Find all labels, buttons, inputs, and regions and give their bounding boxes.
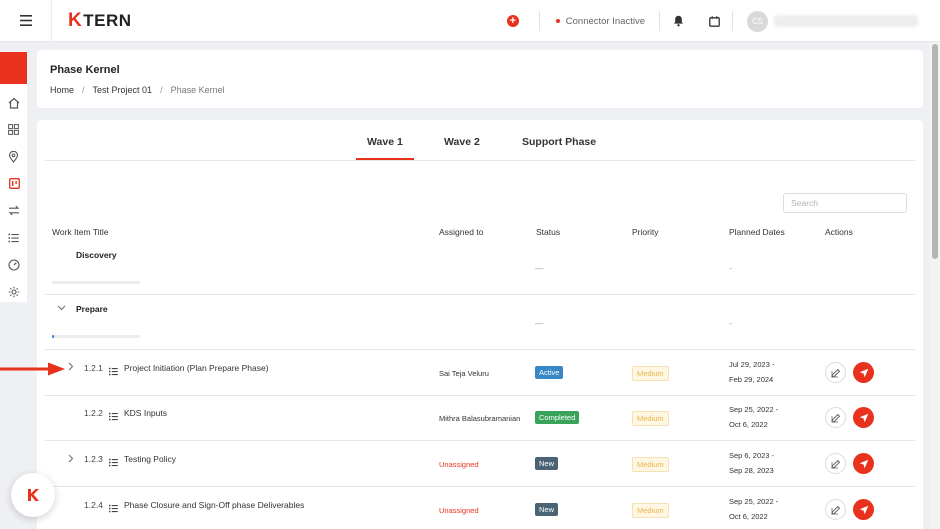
priority-badge: Medium — [632, 411, 669, 426]
row-divider — [45, 349, 915, 350]
work-item-number: 1.2.4 — [84, 500, 103, 510]
planned-dates: Sep 25, 2022 - Oct 6, 2022 — [729, 405, 779, 429]
username-redacted[interactable] — [774, 15, 918, 27]
assignee: Sai Teja Veluru — [439, 369, 489, 378]
top-bar: K TERN + Connector Inactive CS — [0, 0, 940, 42]
avatar[interactable]: CS — [747, 10, 768, 32]
priority-badge: Medium — [632, 457, 669, 472]
page-title: Phase Kernel — [50, 64, 120, 76]
divider — [732, 11, 733, 31]
annotation-arrow-icon — [0, 362, 66, 381]
status-badge: Completed — [535, 411, 580, 424]
chevron-right-icon[interactable] — [68, 362, 74, 374]
transfer-arrows-icon[interactable] — [0, 197, 27, 224]
status-badge: New — [535, 503, 559, 516]
assignee: Unassigned — [439, 460, 479, 469]
work-items-panel: Wave 1 Wave 2 Support Phase Work Item Ti… — [37, 120, 923, 529]
edit-button[interactable] — [825, 453, 846, 474]
tab-wave-1[interactable]: Wave 1 — [356, 136, 414, 160]
phase-progress-bar — [52, 335, 140, 338]
settings-gear-icon[interactable] — [0, 278, 27, 305]
column-header-dates: Planned Dates — [729, 227, 785, 237]
phase-kernel-icon[interactable] — [0, 170, 27, 197]
page-header: Phase Kernel Home / Test Project 01 / Ph… — [37, 50, 923, 108]
location-pin-icon[interactable] — [0, 143, 27, 170]
left-nav-rail — [0, 52, 27, 302]
phase-status-empty: — — [535, 318, 544, 328]
calendar-icon[interactable] — [696, 0, 732, 42]
connector-status: Connector Inactive — [540, 16, 659, 27]
assignee: Mithra Balasubramanian — [439, 414, 521, 423]
breadcrumb-current: Phase Kernel — [170, 85, 225, 95]
scrollbar-thumb[interactable] — [932, 44, 938, 259]
search-input[interactable] — [783, 193, 907, 213]
list-icon[interactable] — [0, 224, 27, 251]
phase-title: Discovery — [76, 250, 117, 260]
breadcrumb-home[interactable]: Home — [50, 85, 74, 95]
planned-dates: Jul 29, 2023 - Feb 29, 2024 — [729, 360, 775, 384]
send-button[interactable] — [853, 499, 874, 520]
work-item-number: 1.2.2 — [84, 408, 103, 418]
phase-title: Prepare — [76, 304, 108, 314]
work-item-title[interactable]: Project Initiation (Plan Prepare Phase) — [124, 363, 269, 373]
task-list-icon — [109, 454, 118, 472]
work-item-number: 1.2.1 — [84, 363, 103, 373]
phase-dates-empty: - — [729, 263, 732, 273]
work-item-number: 1.2.3 — [84, 454, 103, 464]
task-list-icon — [109, 500, 118, 518]
status-badge: Active — [535, 366, 564, 379]
send-button[interactable] — [853, 362, 874, 383]
phase-dates-empty: - — [729, 318, 732, 328]
priority-badge: Medium — [632, 366, 669, 381]
status-dot-icon — [555, 19, 560, 23]
row-divider — [45, 486, 915, 487]
rail-accent — [0, 52, 27, 84]
add-icon[interactable]: + — [506, 15, 519, 27]
home-icon[interactable] — [0, 89, 27, 116]
assignee: Unassigned — [439, 506, 479, 515]
column-header-priority: Priority — [632, 227, 659, 237]
app-logo[interactable]: K TERN — [68, 10, 132, 32]
row-divider — [45, 395, 915, 396]
planned-dates: Sep 6, 2023 - Sep 28, 2023 — [729, 451, 775, 475]
hamburger-menu-icon[interactable] — [0, 0, 52, 42]
work-item-title[interactable]: KDS Inputs — [124, 408, 167, 418]
speedometer-icon[interactable] — [0, 251, 27, 278]
status-badge: New — [535, 457, 559, 470]
scrollbar[interactable] — [930, 42, 940, 529]
priority-badge: Medium — [632, 503, 669, 518]
tab-support-phase[interactable]: Support Phase — [522, 136, 596, 148]
notifications-bell-icon[interactable] — [660, 0, 696, 42]
edit-button[interactable] — [825, 362, 846, 383]
phase-progress-bar — [52, 281, 140, 284]
edit-button[interactable] — [825, 499, 846, 520]
edit-button[interactable] — [825, 407, 846, 428]
send-button[interactable] — [853, 453, 874, 474]
breadcrumb: Home / Test Project 01 / Phase Kernel — [50, 85, 225, 95]
column-header-status: Status — [536, 227, 561, 237]
wave-tabs: Wave 1 Wave 2 Support Phase — [45, 120, 915, 161]
task-list-icon — [109, 408, 118, 426]
breadcrumb-project[interactable]: Test Project 01 — [93, 85, 153, 95]
tab-wave-2[interactable]: Wave 2 — [444, 136, 480, 148]
phase-status-empty: — — [535, 263, 544, 273]
task-list-icon — [109, 363, 118, 381]
row-divider — [45, 440, 915, 441]
chevron-down-icon[interactable] — [57, 303, 66, 314]
column-header-actions: Actions — [825, 227, 853, 237]
column-header-title: Work Item Title — [52, 227, 109, 237]
work-item-title[interactable]: Phase Closure and Sign-Off phase Deliver… — [124, 500, 304, 510]
column-header-assigned: Assigned to — [439, 227, 484, 237]
planned-dates: Sep 25, 2022 - Oct 6, 2022 — [729, 497, 779, 521]
send-button[interactable] — [853, 407, 874, 428]
chevron-right-icon[interactable] — [68, 454, 74, 466]
work-item-title[interactable]: Testing Policy — [124, 454, 176, 464]
dashboard-grid-icon[interactable] — [0, 116, 27, 143]
row-divider — [45, 294, 915, 295]
floating-logo-button[interactable] — [11, 473, 55, 517]
